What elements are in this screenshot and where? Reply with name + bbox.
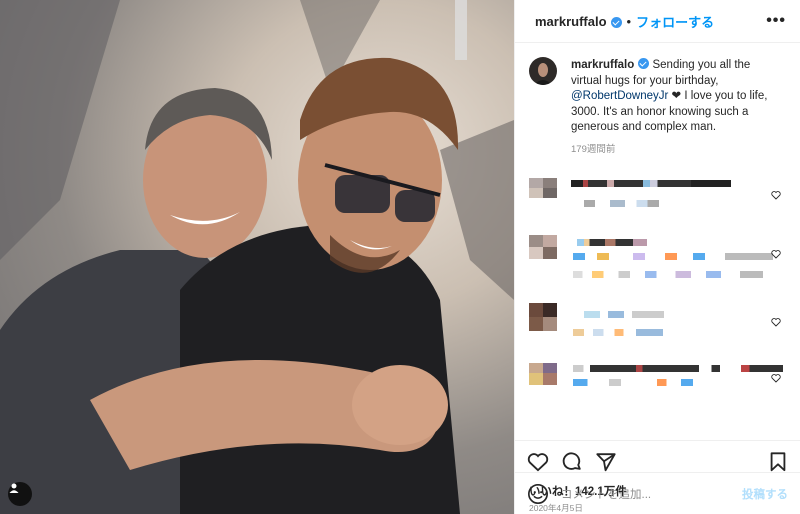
caption-mention[interactable]: @RobertDowneyJr xyxy=(571,90,668,102)
share-icon[interactable] xyxy=(595,451,617,473)
emoji-icon[interactable] xyxy=(527,483,549,505)
caption-body: markruffalo Sending you all the virtual … xyxy=(571,57,784,157)
caption-text: markruffalo Sending you all the virtual … xyxy=(571,57,784,136)
user-tag-icon[interactable] xyxy=(8,482,32,506)
caption-username[interactable]: markruffalo xyxy=(571,59,634,71)
heart-icon[interactable] xyxy=(527,452,549,472)
redacted-comment xyxy=(529,303,789,343)
verified-badge-icon xyxy=(638,58,650,69)
follow-button[interactable]: フォローする xyxy=(636,12,714,31)
post-sidebar: markruffalo • フォローする ••• markruffalo Sen… xyxy=(514,0,800,514)
comment-heart-icon[interactable] xyxy=(771,190,781,200)
instagram-post: markruffalo • フォローする ••• markruffalo Sen… xyxy=(0,0,800,514)
header-username[interactable]: markruffalo xyxy=(535,14,607,29)
post-comment-button[interactable]: 投稿する xyxy=(742,486,788,502)
post-photo[interactable] xyxy=(0,0,514,514)
add-comment-bar: コメントを追加... 投稿する xyxy=(515,472,800,514)
avatar[interactable] xyxy=(529,57,557,85)
redacted-comment xyxy=(529,363,789,393)
photo-illustration xyxy=(0,0,514,514)
comments-area: markruffalo Sending you all the virtual … xyxy=(515,43,800,440)
caption-time: 179週間前 xyxy=(571,143,616,155)
comment-heart-icon[interactable] xyxy=(771,373,781,383)
post-header: markruffalo • フォローする ••• xyxy=(515,0,800,43)
redacted-comment xyxy=(529,235,789,287)
comment-input[interactable]: コメントを追加... xyxy=(561,486,651,502)
redacted-comment xyxy=(529,178,789,218)
header-separator: • xyxy=(626,13,632,29)
comment-heart-icon[interactable] xyxy=(771,249,781,259)
verified-badge-icon xyxy=(610,16,622,28)
more-dots-icon[interactable]: ••• xyxy=(766,12,786,30)
comment-heart-icon[interactable] xyxy=(771,317,781,327)
bookmark-icon[interactable] xyxy=(768,451,788,473)
caption: markruffalo Sending you all the virtual … xyxy=(529,57,784,157)
comment-icon[interactable] xyxy=(561,451,583,473)
